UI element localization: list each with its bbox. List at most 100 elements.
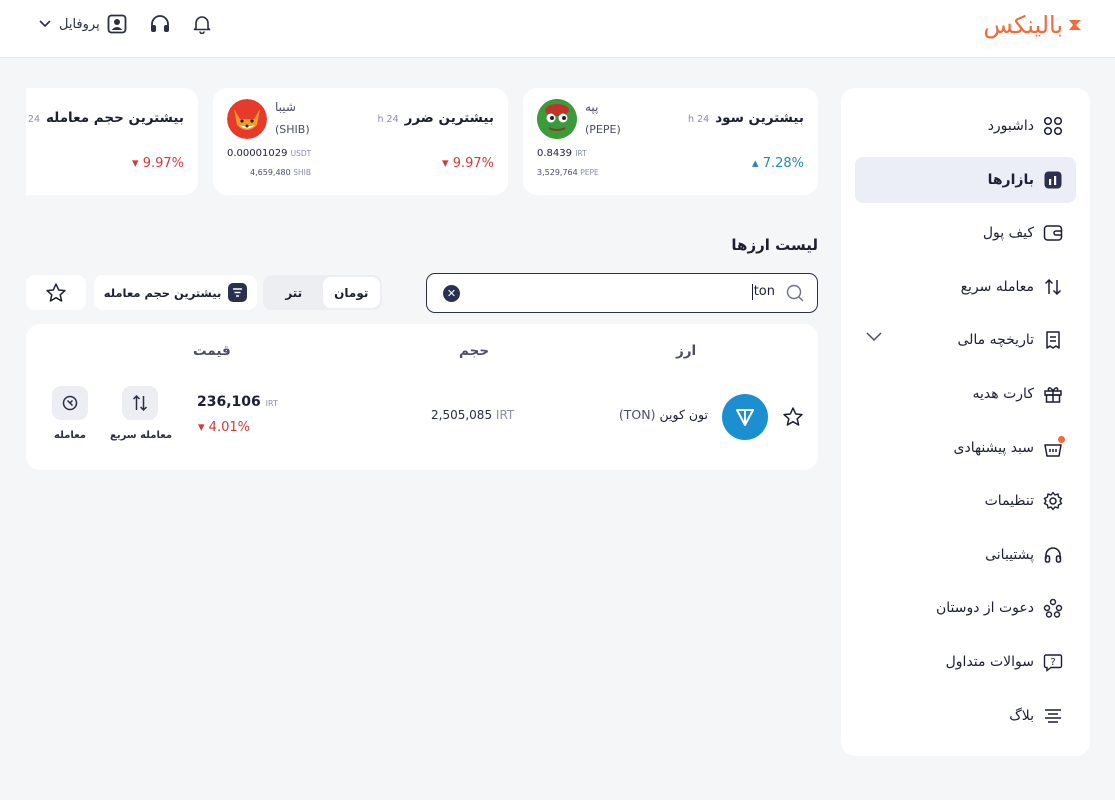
card-change: ▾ 9.97% — [442, 156, 494, 171]
clear-search-icon[interactable]: ✕ — [443, 285, 460, 302]
coin-price: 236,106 IRT — [197, 394, 278, 410]
price-unit: USDT — [290, 149, 312, 158]
coin-name-text: تون کوین — [659, 407, 709, 422]
sidebar-item-markets[interactable]: بازارها — [855, 156, 1076, 203]
card-change-value: 9.97% — [452, 156, 494, 171]
card-title: بیشترین حجم معامله 24 h — [26, 110, 184, 126]
sidebar-item-quick-trade[interactable]: معامله سریع — [855, 264, 1076, 310]
sidebar-item-label: سوالات متداول — [945, 653, 1034, 670]
sidebar-item-label: سبد پیشنهادی — [953, 439, 1035, 456]
swap-icon — [132, 394, 148, 412]
headset-icon — [150, 15, 169, 32]
sidebar-item-label: کارت هدیه — [972, 385, 1034, 402]
quote-toman-tab[interactable]: تومان — [322, 277, 380, 308]
card-title: بیشترین ضرر 24 h — [377, 110, 494, 126]
coin-volume: 4,659,480 SHIB — [250, 168, 311, 177]
logo-text: بالینکس — [983, 11, 1063, 39]
price-value: 0.8439 — [537, 148, 572, 159]
profile-menu[interactable]: پروفایل — [38, 14, 127, 34]
card-title-text: بیشترین ضرر — [404, 110, 494, 126]
support-button[interactable] — [149, 14, 171, 34]
invite-icon — [1042, 597, 1064, 619]
card-title: بیشترین سود 24 h — [688, 110, 804, 126]
sort-label: بیشترین حجم معامله — [103, 285, 222, 300]
coin-symbol: (TON) — [618, 407, 656, 422]
sidebar-item-suggested-basket[interactable]: سبد پیشنهادی — [855, 425, 1076, 471]
top-gainer-card[interactable]: بیشترین سود 24 h ▴ 7.28% پپه (PEPE) 0.843… — [523, 88, 818, 195]
price-value: 0.00001029 — [227, 148, 288, 159]
sidebar-item-dashboard[interactable]: داشبورد — [855, 103, 1076, 149]
sidebar-item-blog[interactable]: بلاگ — [855, 693, 1076, 739]
user-icon — [107, 14, 127, 34]
card-title-text: بیشترین حجم معامله — [46, 110, 184, 126]
sidebar-item-wallet[interactable]: کیف پول — [855, 210, 1076, 256]
coin-symbol: (PEPE) — [585, 123, 621, 136]
coin-price: 0.8439 IRT — [537, 148, 587, 159]
sidebar-item-label: بلاگ — [1009, 707, 1034, 724]
volume-unit: IRT — [495, 408, 515, 422]
dashboard-icon — [1042, 115, 1064, 137]
trade-label: معامله — [54, 430, 86, 441]
coin-name: شیبا — [275, 100, 296, 114]
quote-currency-toggle: تومان تتر — [263, 275, 382, 310]
sidebar-item-support[interactable]: پشتیبانی — [855, 532, 1076, 578]
column-header-asset: ارز — [676, 343, 697, 359]
quick-trade-button[interactable] — [122, 386, 158, 420]
blog-icon — [1042, 705, 1064, 727]
sidebar-item-label: معامله سریع — [960, 278, 1034, 295]
history-icon — [1042, 329, 1064, 351]
sidebar-item-settings[interactable]: تنظیمات — [855, 478, 1076, 524]
sidebar-item-label: دعوت از دوستان — [935, 600, 1034, 617]
sidebar-item-label: پشتیبانی — [985, 546, 1034, 563]
top-header: بالینکس پروفایل — [0, 0, 1115, 58]
coin-volume: 2,505,085 IRT — [431, 408, 514, 422]
coin-symbol: (SHIB) — [275, 123, 310, 136]
trade-button[interactable] — [52, 386, 88, 420]
search-icon — [786, 284, 804, 302]
sidebar-item-financial-history[interactable]: تاریخچه مالی — [855, 317, 1076, 363]
sidebar-item-label: داشبورد — [987, 118, 1034, 134]
card-change-value: 7.28% — [762, 156, 804, 171]
card-change: ▾ 9.97% — [132, 156, 184, 171]
headset-icon — [1042, 544, 1064, 566]
coin-price: 0.00001029 USDT — [227, 148, 311, 159]
coin-name: تون کوین (TON) — [619, 407, 708, 422]
sidebar-item-label: بازارها — [987, 171, 1034, 188]
sort-button[interactable]: بیشترین حجم معامله — [94, 275, 257, 310]
sidebar-item-gift-card[interactable]: کارت هدیه — [855, 371, 1076, 417]
sidebar: داشبورد بازارها کیف پول معامله سریع تاری… — [841, 88, 1090, 756]
chevron-down-icon[interactable] — [865, 331, 883, 343]
favorites-filter-button[interactable] — [26, 275, 86, 310]
notifications-button[interactable] — [193, 14, 211, 34]
search-input[interactable]: ton ✕ — [426, 273, 818, 313]
quote-tether-tab[interactable]: تتر — [265, 277, 323, 308]
column-header-price: قیمت — [193, 343, 231, 359]
card-change-value: 9.97% — [142, 156, 184, 171]
volume-value: 4,659,480 — [250, 168, 291, 177]
notification-dot — [1058, 435, 1065, 443]
logo-mark-icon — [1069, 20, 1081, 30]
list-title: لیست ارزها — [731, 236, 818, 254]
volume-value: 3,529,764 — [537, 168, 578, 177]
coin-volume: 3,529,764 PEPE — [537, 168, 599, 177]
card-period: 24 h — [377, 114, 399, 125]
faq-icon: ? — [1042, 651, 1064, 673]
price-unit: IRT — [265, 399, 278, 408]
price-value: 236,106 — [197, 394, 261, 410]
sidebar-item-label: تاریخچه مالی — [957, 332, 1034, 349]
card-period: 24 h — [688, 114, 710, 125]
trade-icon — [62, 395, 78, 411]
search-value[interactable]: ton — [751, 284, 775, 300]
sidebar-item-faq[interactable]: ? سوالات متداول — [855, 639, 1076, 685]
sidebar-item-invite-friends[interactable]: دعوت از دوستان — [855, 585, 1076, 631]
pepe-coin-icon — [537, 99, 577, 139]
settings-icon — [1042, 490, 1064, 512]
card-title-text: بیشترین سود — [715, 110, 804, 126]
top-loser-card[interactable]: بیشترین ضرر 24 h ▾ 9.97% شیبا (SHIB) 0.00… — [213, 88, 508, 195]
profile-label: پروفایل — [59, 16, 100, 32]
top-volume-card[interactable]: بیشترین حجم معامله 24 h ▾ 9.97% — [26, 88, 198, 195]
change-value: 4.01% — [208, 420, 250, 435]
brand-logo[interactable]: بالینکس — [983, 8, 1083, 42]
volume-unit: SHIB — [293, 168, 312, 177]
star-icon[interactable] — [782, 406, 804, 428]
